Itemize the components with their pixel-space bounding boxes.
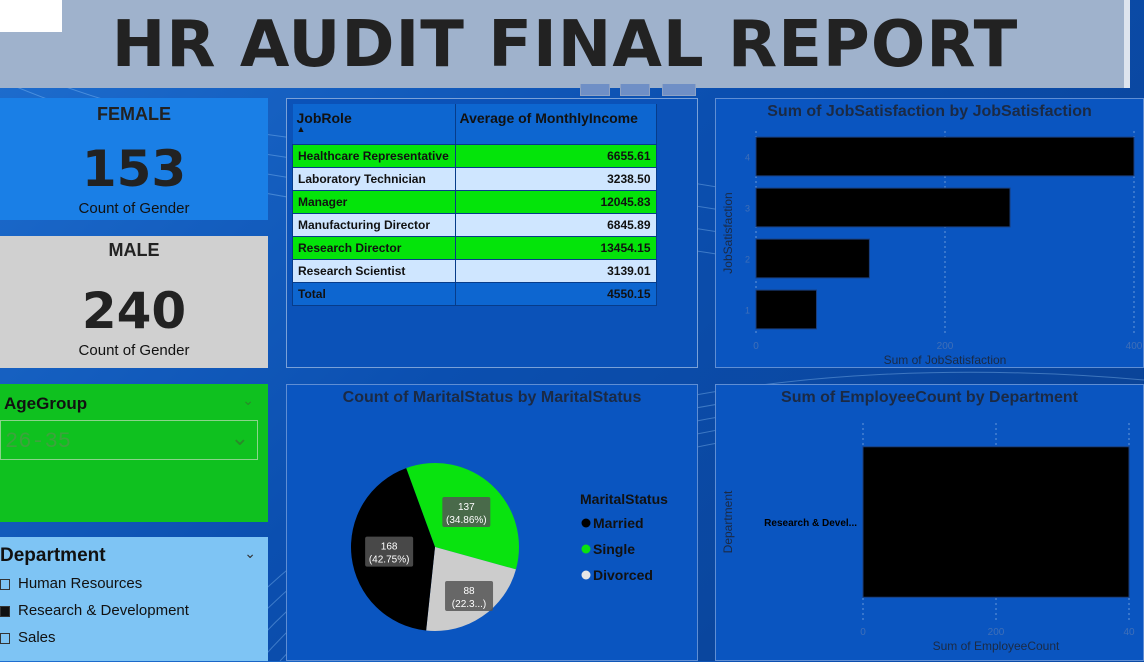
agegroup-slicer-label: AgeGroup xyxy=(4,394,88,413)
male-card-subtitle: Count of Gender xyxy=(78,342,190,359)
title-right-strip xyxy=(1124,0,1130,88)
x-axis-title: Sum of EmployeeCount xyxy=(933,639,1060,653)
chevron-down-icon[interactable]: ⌄ xyxy=(244,545,256,562)
checkbox-sales[interactable] xyxy=(0,632,10,644)
cell-income: 3238.50 xyxy=(454,167,657,191)
marital-status-pie-chart: 137 (34.86%) 88 (22.3...) 168 (42.75%) Marital… xyxy=(351,463,668,631)
table-row[interactable]: Research Director 13454.15 xyxy=(292,236,657,260)
bar[interactable] xyxy=(755,289,817,330)
table-row[interactable]: Manager 12045.83 xyxy=(292,190,657,214)
y-tick-label: 2 xyxy=(745,255,750,265)
legend-item[interactable]: Single xyxy=(593,541,635,557)
dept-item-label: Research & Development xyxy=(18,602,189,619)
dept-item-label: Human Resources xyxy=(18,575,143,592)
department-slicer-label: Department xyxy=(0,545,106,566)
cell-jobrole: Research Director xyxy=(292,236,456,260)
bar[interactable] xyxy=(755,187,1011,228)
jobsatisfaction-chart-panel[interactable]: Sum of JobSatisfaction by JobSatisfactio… xyxy=(715,98,1144,368)
agegroup-slicer[interactable]: AgeGroup ⌄ 26-35 ⌄ xyxy=(0,384,268,522)
title-bar: HR AUDIT FINAL REPORT xyxy=(0,0,1130,88)
cell-jobrole: Manufacturing Director xyxy=(292,213,456,237)
data-label-percent: (22.3...) xyxy=(452,599,486,610)
cell-income: 13454.15 xyxy=(454,236,657,260)
x-axis-title: Sum of JobSatisfaction xyxy=(884,353,1007,367)
table-row[interactable]: Manufacturing Director 6845.89 xyxy=(292,213,657,237)
jobsatisfaction-bar-chart: 0 200 400 4 3 2 1 Sum of JobSatisfaction JobSati… xyxy=(721,131,1143,367)
bar[interactable] xyxy=(862,446,1130,598)
column-header-average-income[interactable]: Average of MonthlyIncome xyxy=(455,104,657,145)
column-header-jobrole[interactable]: JobRole ▲ xyxy=(292,104,456,145)
table-row[interactable]: Research Scientist 3139.01 xyxy=(292,259,657,283)
x-tick-label: 40 xyxy=(1123,627,1135,638)
bar[interactable] xyxy=(755,136,1135,177)
dept-item-research-development[interactable]: Research & Development xyxy=(0,602,189,622)
cell-income: 6845.89 xyxy=(454,213,657,237)
x-tick-label: 400 xyxy=(1126,341,1143,352)
y-axis-title: Department xyxy=(721,490,735,553)
female-count-card[interactable]: FEMALE 153 Count of Gender xyxy=(0,98,268,220)
legend-marker[interactable] xyxy=(581,518,591,528)
report-title: HR AUDIT FINAL REPORT xyxy=(111,8,1019,82)
jobrole-income-table-panel: JobRole ▲ Average of MonthlyIncome Health… xyxy=(286,98,698,368)
cell-jobrole: Laboratory Technician xyxy=(292,167,456,191)
bar[interactable] xyxy=(755,238,870,279)
agegroup-selected-value: 26-35 xyxy=(5,429,72,454)
checkbox-human-resources[interactable] xyxy=(0,578,10,590)
table-row[interactable]: Healthcare Representative 6655.61 xyxy=(292,144,657,168)
x-tick-label: 200 xyxy=(937,341,954,352)
cell-total-value: 4550.15 xyxy=(454,282,657,306)
y-tick-label: 3 xyxy=(745,204,750,214)
checkbox-research-development[interactable] xyxy=(0,605,10,617)
female-card-subtitle: Count of Gender xyxy=(78,200,190,217)
marital-status-chart-panel[interactable]: Count of MaritalStatus by MaritalStatus … xyxy=(286,384,698,661)
legend-title: MaritalStatus xyxy=(580,491,668,507)
cell-total-label: Total xyxy=(292,282,456,306)
agegroup-dropdown[interactable]: 26-35 ⌄ xyxy=(0,420,258,460)
department-chart-panel[interactable]: Sum of EmployeeCount by Department 0 200 4… xyxy=(715,384,1144,661)
data-label-percent: (34.86%) xyxy=(446,515,487,526)
cell-income: 12045.83 xyxy=(454,190,657,214)
x-tick-label: 200 xyxy=(988,627,1005,638)
table-total-row: Total 4550.15 xyxy=(292,282,657,306)
female-card-value: 153 xyxy=(81,140,187,198)
x-tick-label: 0 xyxy=(753,341,759,352)
male-card-title: MALE xyxy=(108,240,160,260)
dept-item-human-resources[interactable]: Human Resources xyxy=(0,575,142,595)
data-label-value: 168 xyxy=(381,542,398,553)
data-label-percent: (42.75%) xyxy=(369,555,410,566)
legend-item[interactable]: Married xyxy=(593,515,644,531)
y-tick-label: 1 xyxy=(745,306,750,316)
data-label-value: 88 xyxy=(463,586,475,597)
y-tick-label: 4 xyxy=(745,153,750,163)
male-count-card[interactable]: MALE 240 Count of Gender xyxy=(0,236,268,368)
cell-income: 6655.61 xyxy=(454,144,657,168)
collapse-chevron-icon[interactable]: ⌄ xyxy=(242,392,254,409)
dept-item-label: Sales xyxy=(18,629,56,646)
table-row[interactable]: Laboratory Technician 3238.50 xyxy=(292,167,657,191)
department-slicer[interactable]: Department ⌄ Human Resources Research & … xyxy=(0,537,268,661)
y-tick-label: Research & Devel... xyxy=(764,518,857,529)
jobrole-income-table: JobRole ▲ Average of MonthlyIncome Health… xyxy=(292,104,657,306)
chevron-down-icon[interactable]: ⌄ xyxy=(231,425,249,451)
cell-income: 3139.01 xyxy=(454,259,657,283)
legend-marker[interactable] xyxy=(581,570,591,580)
cell-jobrole: Research Scientist xyxy=(292,259,456,283)
y-axis-title: JobSatisfaction xyxy=(721,192,735,273)
legend-marker[interactable] xyxy=(581,544,591,554)
x-tick-label: 0 xyxy=(860,627,866,638)
data-label-value: 137 xyxy=(458,502,475,513)
male-card-value: 240 xyxy=(81,282,187,340)
visual-header-more-icon[interactable] xyxy=(662,84,696,96)
cell-jobrole: Healthcare Representative xyxy=(292,144,456,168)
department-bar-chart: 0 200 40 Research & Devel... Sum of Employee… xyxy=(721,423,1135,653)
cell-jobrole: Manager xyxy=(292,190,456,214)
female-card-title: FEMALE xyxy=(97,104,171,124)
legend-item[interactable]: Divorced xyxy=(593,567,653,583)
visual-header-focus-icon[interactable] xyxy=(620,84,650,96)
visual-header-filter-icon[interactable] xyxy=(580,84,610,96)
dept-item-sales[interactable]: Sales xyxy=(0,629,56,649)
